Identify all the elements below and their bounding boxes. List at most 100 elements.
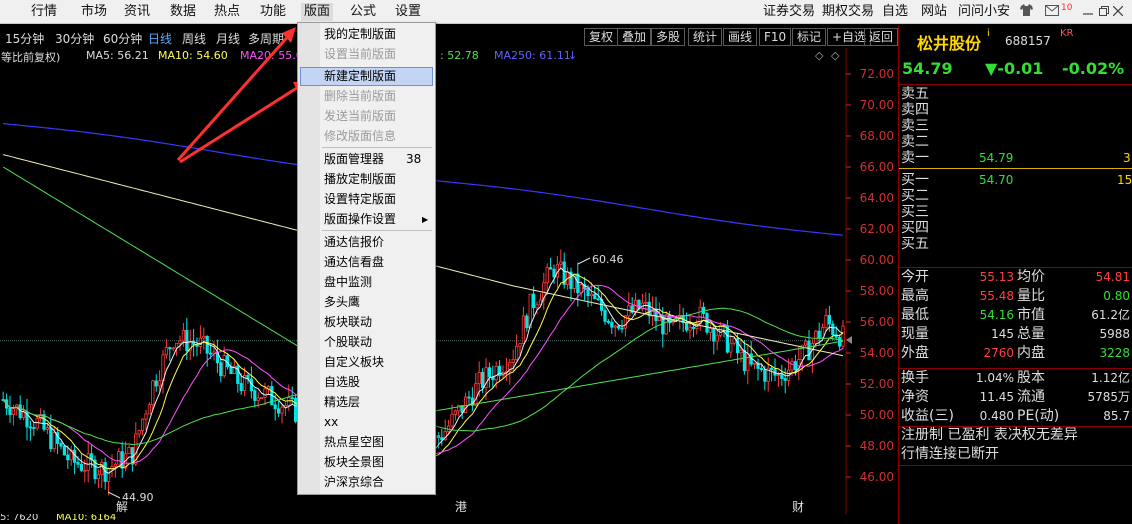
banmian-menu-item-18[interactable]: 精选层	[300, 393, 433, 412]
banmian-menu-item-8[interactable]: 设置特定版面	[300, 190, 433, 209]
menu-zhengquan-jiaoyi[interactable]: 证券交易	[760, 3, 818, 21]
candle-down	[229, 366, 233, 375]
price-tick-label: 66.00	[860, 160, 894, 174]
menu-zixuan[interactable]: 自选	[879, 3, 911, 21]
candle-down	[208, 352, 213, 355]
banmian-menu-item-0[interactable]: 我的定制版面	[300, 25, 433, 44]
candle-up	[161, 354, 165, 382]
stat-value: 0.80	[1103, 289, 1130, 303]
banmian-menu-item-6[interactable]: 版面管理器 38	[300, 150, 433, 169]
f10-button[interactable]: F10	[759, 28, 792, 46]
candle-down	[817, 330, 821, 338]
candle-down	[712, 328, 716, 342]
banmian-menu-item-10[interactable]: 通达信报价	[300, 233, 433, 252]
menu-wenwen-xiaoan[interactable]: 问问小安	[955, 3, 1013, 21]
connection-status: 行情连接已断开	[901, 446, 999, 462]
banmian-menu-item-3: 删除当前版面	[300, 87, 433, 106]
menu-item-label: 设置特定版面	[324, 192, 397, 206]
fanhui-button[interactable]: 返回	[864, 28, 899, 46]
stat-label: 量比	[1017, 288, 1045, 304]
tongji-button[interactable]: 统计	[688, 28, 723, 46]
period-daily[interactable]: 日线	[148, 30, 172, 47]
stat-value: 5785万	[1087, 390, 1130, 404]
menu-shichang[interactable]: 市场	[78, 3, 110, 21]
event-marker-1: 港	[455, 500, 467, 514]
menu-wangzhan[interactable]: 网站	[918, 3, 950, 21]
menu-banmian[interactable]: 版面	[301, 3, 334, 21]
percent-change: -0.02%	[1062, 59, 1125, 78]
huaxian-button[interactable]: 画线	[723, 28, 758, 46]
candle-down	[219, 362, 223, 377]
menu-gongshi[interactable]: 公式	[347, 3, 379, 21]
banmian-menu-item-22[interactable]: 沪深京综合	[300, 473, 433, 492]
period-multi[interactable]: 多周期	[248, 30, 284, 47]
banmian-menu-item-16[interactable]: 自定义板块	[300, 353, 433, 372]
minimize-icon[interactable]	[1083, 3, 1093, 21]
stat-value: 61.2亿	[1091, 308, 1130, 322]
shirt-icon[interactable]	[1020, 3, 1033, 21]
duogu-button[interactable]: 多股	[651, 28, 686, 46]
banmian-menu-item-7[interactable]: 播放定制版面	[300, 170, 433, 189]
stat-value: 55.48	[979, 289, 1014, 303]
banmian-menu-item-13[interactable]: 多头鹰	[300, 293, 433, 312]
price-tick-label: 70.00	[860, 98, 894, 112]
candle-up	[83, 469, 87, 472]
period-weekly[interactable]: 周线	[182, 30, 206, 47]
candle-down	[66, 454, 70, 461]
candle-down	[32, 427, 36, 429]
restore-icon[interactable]	[1099, 3, 1109, 21]
stat-value: 145	[991, 327, 1014, 341]
banmian-menu-item-15[interactable]: 个股联动	[300, 333, 433, 352]
candle-down	[586, 288, 590, 297]
menu-redian[interactable]: 热点	[211, 3, 243, 21]
menu-shuju[interactable]: 数据	[167, 3, 199, 21]
period-30min[interactable]: 30分钟	[55, 30, 94, 47]
period-60min[interactable]: 60分钟	[103, 30, 142, 47]
period-monthly[interactable]: 月线	[216, 30, 240, 47]
candle-down	[763, 369, 767, 382]
period-15min[interactable]: 15分钟	[5, 30, 44, 47]
menu-qiquan-jiaoyi[interactable]: 期权交易	[819, 3, 877, 21]
menu-item-label: 个股联动	[324, 335, 373, 349]
menu-item-label: 沪深京综合	[324, 475, 385, 489]
menu-gongneng[interactable]: 功能	[257, 3, 289, 21]
candle-up	[688, 326, 692, 331]
info-icon[interactable]: i	[987, 28, 990, 39]
banmian-menu-item-19[interactable]: xx	[300, 413, 433, 432]
stat-value: 1.04%	[975, 371, 1014, 385]
candlestick-chart[interactable]: 72.00 70.00 68.00 66.00 64.00 62.00 60.00 58.00…	[0, 48, 898, 514]
candle-up	[96, 474, 100, 480]
diejia-button[interactable]: 叠加	[617, 28, 652, 46]
candle-up	[11, 408, 15, 416]
candle-down	[205, 335, 209, 354]
candle-down	[273, 404, 277, 410]
biaoji-button[interactable]: 标记	[792, 28, 827, 46]
banmian-menu-item-11[interactable]: 通达信看盘	[300, 253, 433, 272]
candle-down	[770, 367, 774, 370]
banmian-menu-item-9[interactable]: 版面操作设置 ▶	[300, 210, 433, 229]
candle-up	[107, 468, 111, 482]
banmian-menu-item-14[interactable]: 板块联动	[300, 313, 433, 332]
layout-count: 38	[406, 152, 422, 166]
banmian-menu-item-2[interactable]: 新建定制版面	[300, 67, 433, 86]
stat-label: PE(动)	[1017, 408, 1060, 424]
banmian-menu-item-20[interactable]: 热点星空图	[300, 433, 433, 452]
menu-hangqing[interactable]: 行情	[28, 3, 60, 21]
fuquan-button[interactable]: 复权	[584, 28, 619, 46]
menu-shezhi[interactable]: 设置	[392, 3, 424, 21]
price-tick-label: 50.00	[860, 408, 894, 422]
candle-down	[62, 445, 67, 456]
close-icon[interactable]	[1112, 3, 1124, 21]
candle-up	[739, 349, 743, 354]
buy-level-4: 买四	[901, 220, 929, 236]
banmian-menu-item-12[interactable]: 盘中监测	[300, 273, 433, 292]
banmian-menu-item-21[interactable]: 板块全景图	[300, 453, 433, 472]
candle-down	[596, 298, 600, 301]
sell1-volume: 3	[1123, 151, 1131, 165]
banmian-menu-item-5: 修改版面信息	[300, 127, 433, 146]
banmian-menu-item-17[interactable]: 自选股	[300, 373, 433, 392]
menu-zixun[interactable]: 资讯	[121, 3, 153, 21]
envelope-icon[interactable]	[1045, 3, 1059, 21]
sell-level-5: 卖五	[901, 86, 929, 102]
current-price-pointer	[846, 336, 852, 344]
